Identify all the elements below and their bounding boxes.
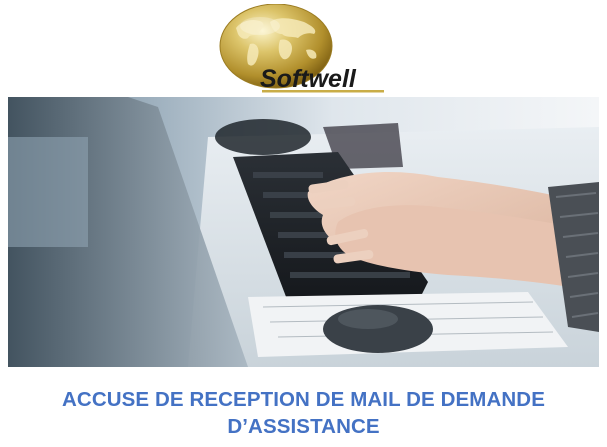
title-line-1: ACCUSE DE RECEPTION DE MAIL DE DEMANDE: [62, 388, 545, 411]
brand-underline: [262, 90, 384, 93]
title-line-2: D’ASSISTANCE: [227, 415, 380, 438]
hero-image: [8, 97, 599, 367]
page-title: ACCUSE DE RECEPTION DE MAIL DE DEMANDE D…: [0, 386, 607, 440]
brand-name: Softwell: [260, 65, 357, 93]
mouse-top: [215, 119, 311, 155]
softwell-logo: Softwell: [214, 4, 394, 94]
